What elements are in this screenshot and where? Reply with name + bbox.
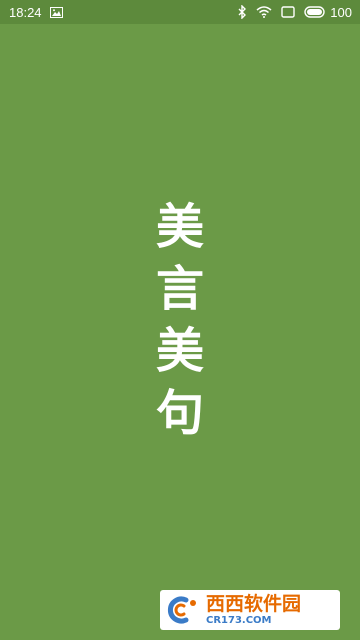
watermark-brand: 西西软件园 [206,592,302,615]
status-right: 100 [238,0,352,24]
battery-icon [304,6,326,18]
watermark-text: 西西软件园 CR173.COM [206,592,302,626]
screen-icon [281,6,295,18]
splash-screen: 18:24 100 美 言 美 句 西西软件园 CR173.COM [0,0,360,640]
title-char-3: 美 [155,323,204,379]
title-char-1: 美 [155,199,204,255]
watermark-logo-icon [166,594,200,626]
title-char-4: 句 [155,385,204,441]
battery-indicator: 100 [304,5,352,20]
title-char-2: 言 [155,261,204,317]
bluetooth-icon [238,5,247,19]
image-icon [49,6,63,18]
watermark-url: CR173.COM [206,614,272,626]
app-title: 美 言 美 句 [150,196,210,444]
watermark-badge: 西西软件园 CR173.COM [160,590,340,630]
status-bar: 18:24 100 [0,0,360,24]
wifi-icon [256,6,272,18]
status-left: 18:24 [9,0,63,24]
battery-level: 100 [330,4,352,20]
status-time: 18:24 [9,4,42,20]
